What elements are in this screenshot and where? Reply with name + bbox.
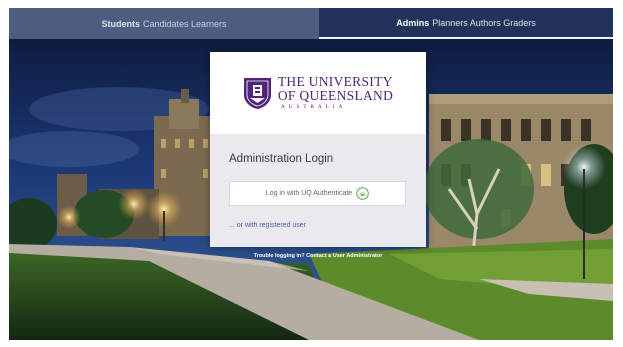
role-tabs: Students Candidates Learners Admins Plan…	[9, 8, 613, 39]
tab-admins[interactable]: Admins Planners Authors Graders	[319, 8, 613, 39]
trouble-logging-in-link[interactable]: Trouble logging in? Contact a User Admin…	[210, 253, 426, 259]
tab-admins-label: Admins	[396, 17, 430, 28]
tab-students-label: Students	[101, 18, 140, 29]
logo-line-3: AUSTRALIA	[280, 104, 347, 111]
login-card: THE UNIVERSITY OF QUEENSLAND AUSTRALIA A…	[210, 52, 426, 247]
university-wordmark: THE UNIVERSITY OF QUEENSLAND AUSTRALIA	[278, 75, 393, 111]
registered-user-link[interactable]: ... or with registered user	[229, 222, 306, 229]
login-page: Students Candidates Learners Admins Plan…	[9, 8, 613, 340]
uq-crest-icon	[243, 77, 271, 109]
login-panel: Administration Login Log in with UQ Auth…	[210, 134, 426, 247]
uq-authenticate-button[interactable]: Log in with UQ Authenticate	[229, 181, 406, 206]
tab-admins-sublabel: Planners Authors Graders	[432, 17, 536, 28]
login-title: Administration Login	[229, 153, 334, 165]
university-logo: THE UNIVERSITY OF QUEENSLAND AUSTRALIA	[210, 52, 426, 134]
logo-line-1: THE UNIVERSITY	[277, 74, 393, 90]
fingerprint-icon	[356, 187, 369, 200]
tab-students[interactable]: Students Candidates Learners	[9, 8, 319, 39]
logo-line-2: OF QUEENSLAND	[277, 87, 394, 103]
uq-authenticate-label: Log in with UQ Authenticate	[265, 190, 353, 197]
tab-students-sublabel: Candidates Learners	[142, 18, 227, 29]
